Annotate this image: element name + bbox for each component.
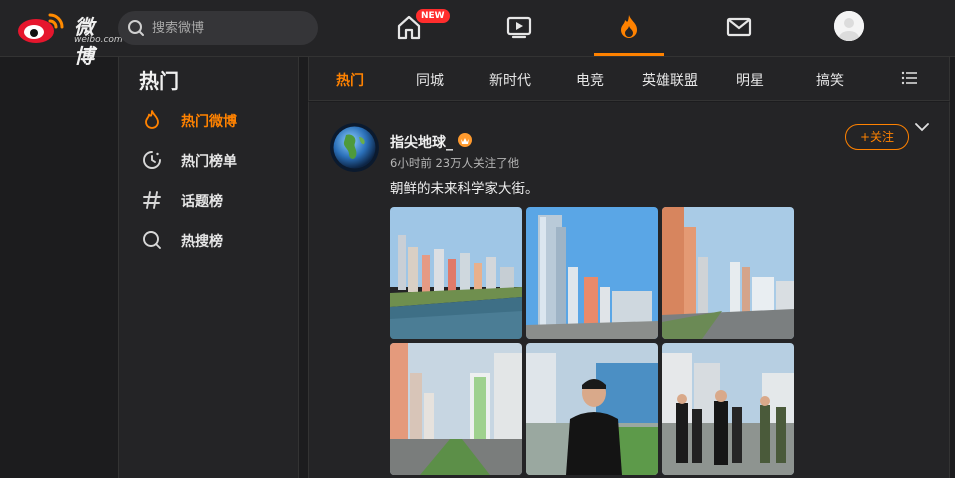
tab-lol[interactable]: 英雄联盟 xyxy=(642,70,698,90)
verified-badge-icon xyxy=(458,133,472,147)
sidebar-item-topics[interactable]: 话题榜 xyxy=(139,186,289,214)
tab-esports[interactable]: 电竞 xyxy=(576,70,604,90)
left-sidebar: 热门 热门微博 热门榜单 话题榜 热搜榜 xyxy=(118,57,299,478)
post-image[interactable] xyxy=(662,343,794,475)
search-icon xyxy=(143,231,161,249)
tab-stars[interactable]: 明星 xyxy=(736,70,764,90)
top-bar: 微博 weibo.com NEW xyxy=(0,0,955,68)
portrait-image xyxy=(526,343,658,475)
image-grid xyxy=(390,207,794,475)
street-image xyxy=(390,343,522,475)
category-tabs: 热门 同城 新时代 电竞 英雄联盟 明星 搞笑 xyxy=(308,57,950,101)
sidebar-item-label: 热门榜单 xyxy=(181,154,237,170)
new-badge: NEW xyxy=(416,9,450,23)
hash-icon xyxy=(143,191,161,209)
user-avatar[interactable] xyxy=(834,11,864,41)
tab-new-era[interactable]: 新时代 xyxy=(489,70,531,90)
flame-icon[interactable] xyxy=(614,12,644,42)
mail-icon[interactable] xyxy=(724,12,754,42)
tower-image xyxy=(526,207,658,339)
post-text: 朝鲜的未来科学家大街。 xyxy=(390,181,539,197)
sidebar-item-hot-search[interactable]: 热搜榜 xyxy=(139,226,289,254)
sidebar-item-hot-weibo[interactable]: 热门微博 xyxy=(139,106,289,134)
tab-funny[interactable]: 搞笑 xyxy=(816,70,844,90)
sidebar-item-label: 热门微博 xyxy=(181,114,237,130)
sidebar-item-label: 热搜榜 xyxy=(181,234,223,250)
flame-icon xyxy=(145,110,159,129)
post-image[interactable] xyxy=(390,343,522,475)
sidebar-item-hot-list[interactable]: 热门榜单 xyxy=(139,146,289,174)
post-image[interactable] xyxy=(526,207,658,339)
default-avatar-icon xyxy=(834,11,864,41)
weibo-logo[interactable]: 微博 weibo.com xyxy=(16,9,123,68)
author-name[interactable]: 指尖地球_ xyxy=(390,132,453,152)
author-avatar[interactable] xyxy=(330,123,379,172)
sidebar-item-label: 话题榜 xyxy=(181,194,223,210)
weibo-eye-icon xyxy=(18,13,64,43)
search-icon xyxy=(128,20,144,36)
sidebar-title: 热门 xyxy=(139,69,179,93)
post-card: 指尖地球_ 6小时前 23万人关注了他 朝鲜的未来科学家大街。 +关注 xyxy=(308,101,950,478)
brand-url: weibo.com xyxy=(74,35,123,45)
tab-local[interactable]: 同城 xyxy=(416,70,444,90)
post-image[interactable] xyxy=(390,207,522,339)
post-meta: 6小时前 23万人关注了他 xyxy=(390,156,520,170)
video-icon[interactable] xyxy=(504,12,534,42)
cityscape-image xyxy=(390,207,522,339)
clock-icon xyxy=(143,151,161,169)
main-content: 热门 同城 新时代 电竞 英雄联盟 明星 搞笑 指尖地球_ 6小时前 23万人关… xyxy=(308,57,950,478)
search-box[interactable] xyxy=(118,11,318,45)
post-image[interactable] xyxy=(662,207,794,339)
post-image[interactable] xyxy=(526,343,658,475)
globe-icon xyxy=(330,123,379,172)
tab-hot[interactable]: 热门 xyxy=(336,70,364,90)
avenue-image xyxy=(662,207,794,339)
chevron-down-icon[interactable] xyxy=(913,120,931,134)
group-image xyxy=(662,343,794,475)
follow-button[interactable]: +关注 xyxy=(845,124,909,150)
menu-icon[interactable] xyxy=(901,70,919,86)
search-input[interactable] xyxy=(152,11,312,45)
active-tab-indicator xyxy=(594,53,664,56)
